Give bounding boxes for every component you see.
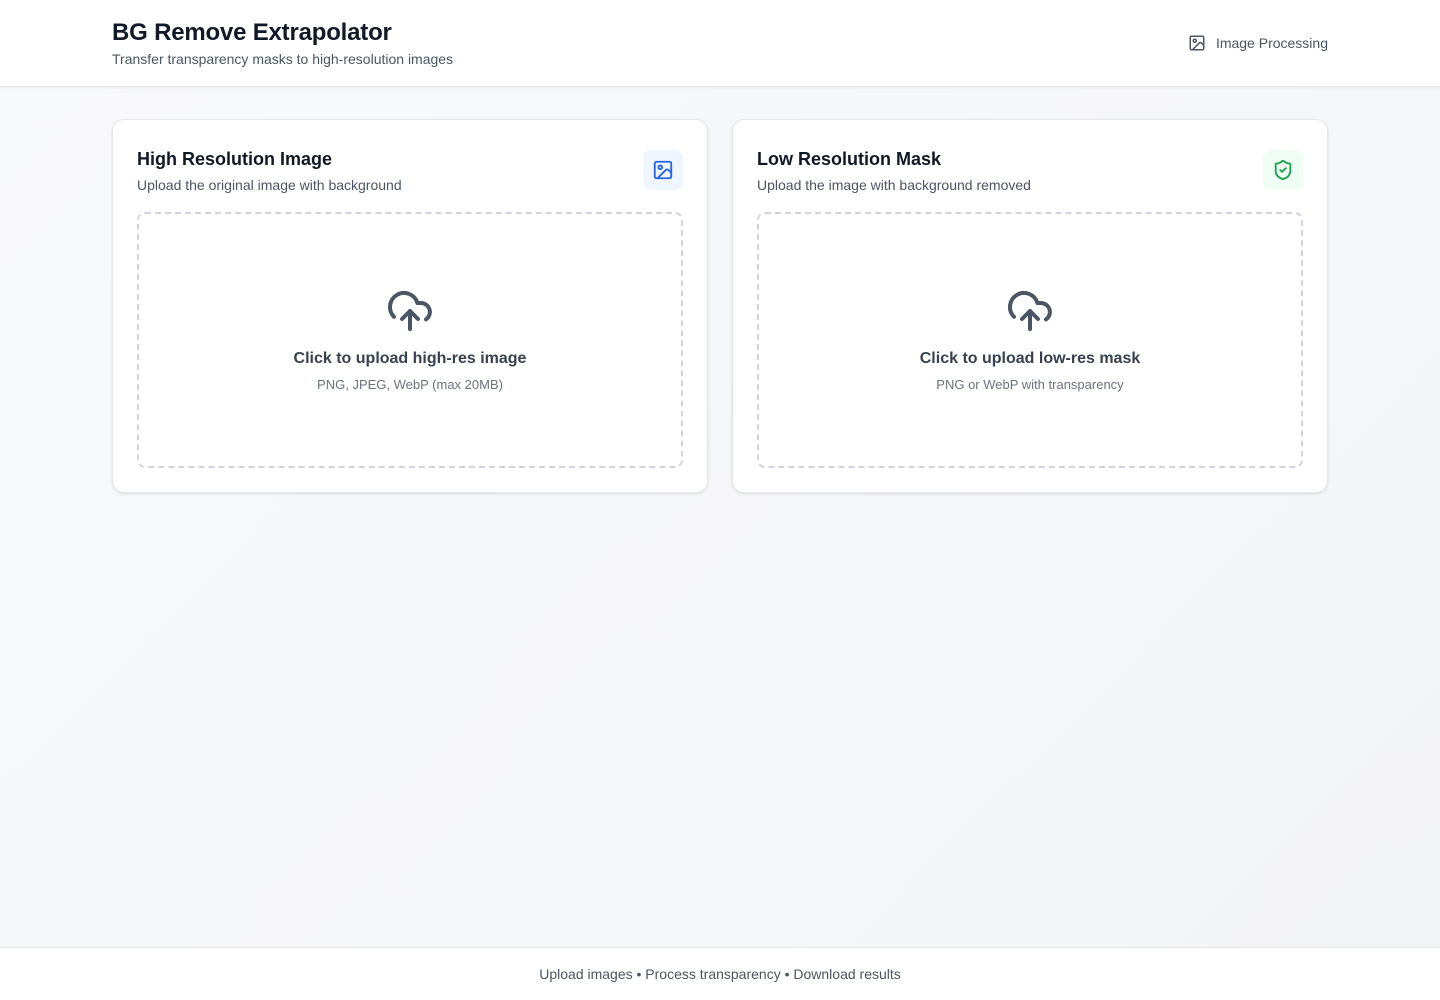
card-description: Upload the original image with backgroun… — [137, 177, 402, 193]
card-title: Low Resolution Mask — [757, 149, 942, 169]
app-title: BG Remove Extrapolator — [112, 19, 392, 46]
dropzone-title: Click to upload low-res mask — [919, 350, 1141, 367]
dropzone-title: Click to upload high-res image — [293, 350, 527, 367]
app-header: BG Remove Extrapolator Transfer transpar… — [0, 0, 1440, 87]
app-subtitle: Transfer transparency masks to high-reso… — [112, 51, 454, 67]
cloud-upload-icon — [1008, 290, 1052, 331]
image-processing-badge: Image Processing — [1188, 34, 1328, 52]
high-res-upload-dropzone[interactable]: Click to upload high-res image PNG, JPEG… — [137, 212, 683, 468]
card-header: Low Resolution Mask Upload the image wit… — [757, 148, 1303, 194]
footer-text: Upload images • Process transparency • D… — [539, 966, 901, 982]
image-icon — [653, 160, 673, 180]
brand: BG Remove Extrapolator Transfer transpar… — [112, 18, 453, 68]
high-res-card: High Resolution Image Upload the origina… — [112, 119, 708, 493]
upload-cards: High Resolution Image Upload the origina… — [112, 119, 1328, 493]
card-description: Upload the image with background removed — [757, 177, 1031, 193]
card-header: High Resolution Image Upload the origina… — [137, 148, 683, 194]
app-footer: Upload images • Process transparency • D… — [0, 947, 1440, 1000]
low-res-card: Low Resolution Mask Upload the image wit… — [732, 119, 1328, 493]
badge-label: Image Processing — [1215, 35, 1328, 51]
dropzone-hint: PNG or WebP with transparency — [936, 377, 1124, 392]
low-res-upload-dropzone[interactable]: Click to upload low-res mask PNG or WebP… — [757, 212, 1303, 468]
shield-check-icon — [1274, 159, 1292, 181]
cloud-upload-icon — [388, 290, 432, 331]
dropzone-hint: PNG, JPEG, WebP (max 20MB) — [317, 377, 503, 392]
card-image-icon-box — [643, 150, 683, 190]
card-title: High Resolution Image — [137, 149, 333, 169]
card-shield-icon-box — [1263, 150, 1303, 190]
header-content: BG Remove Extrapolator Transfer transpar… — [112, 0, 1328, 86]
image-icon — [1189, 35, 1205, 51]
